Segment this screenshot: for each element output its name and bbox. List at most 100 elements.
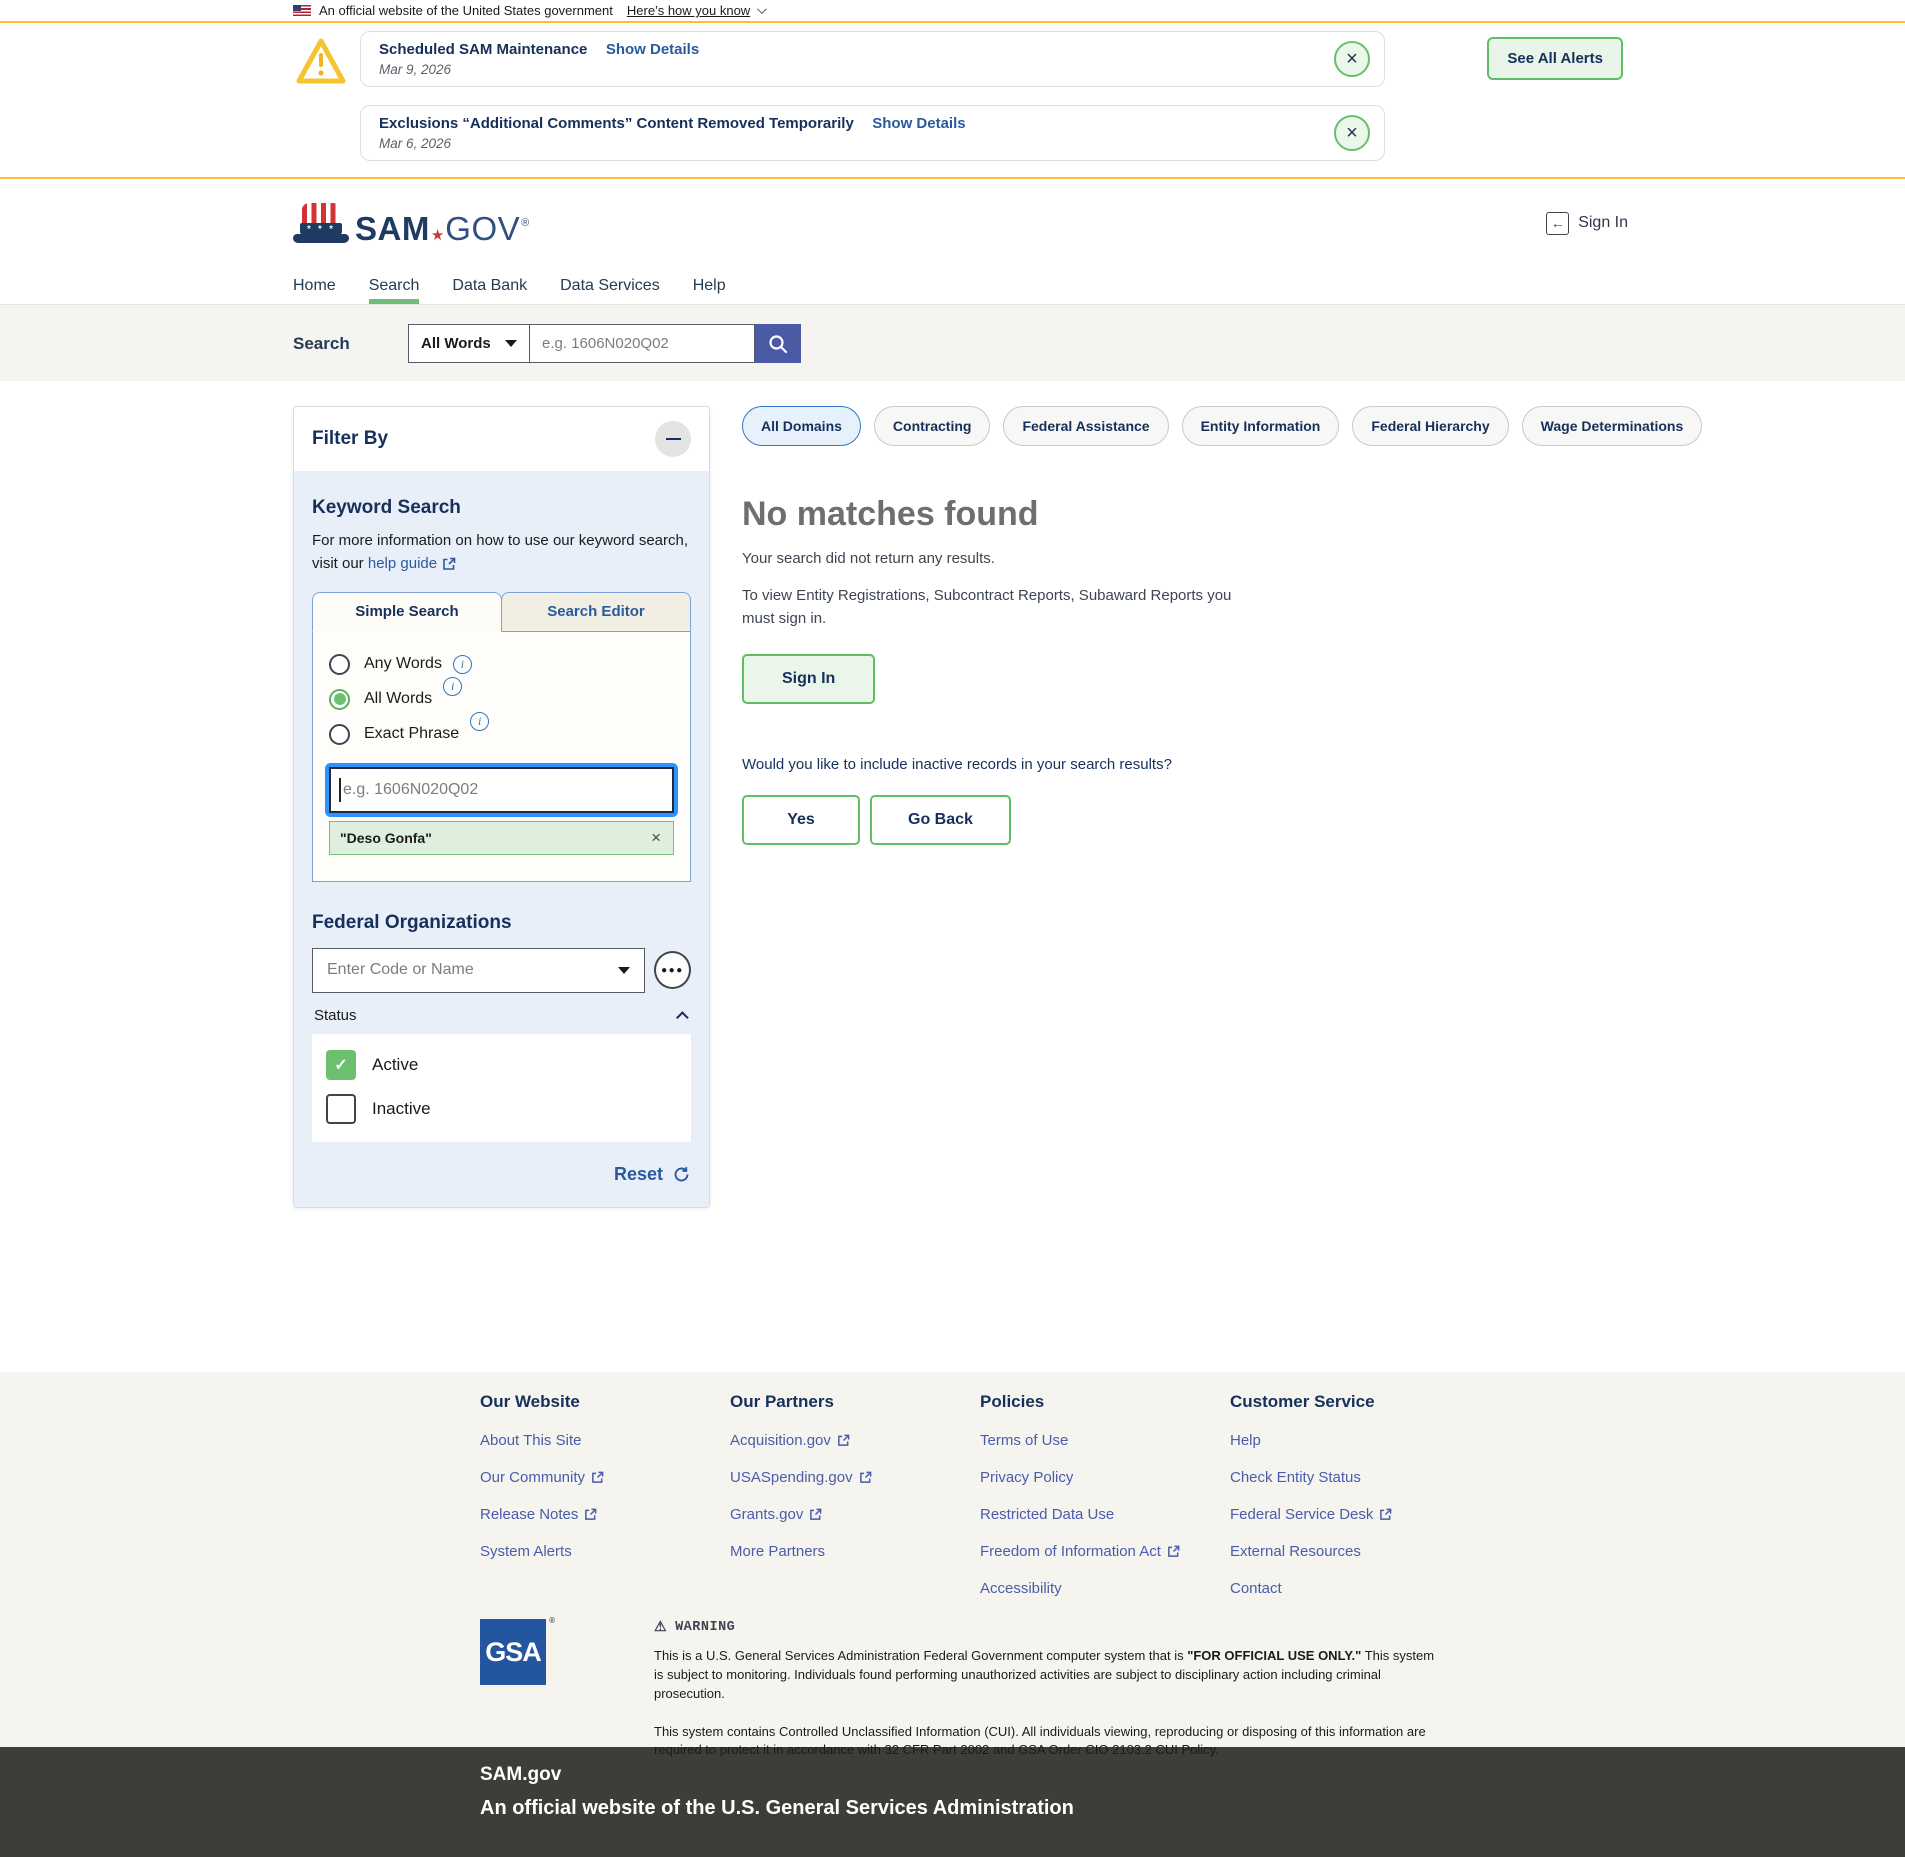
domain-tab-all-domains[interactable]: All Domains [742,406,861,446]
footer-link[interactable]: System Alerts [480,1543,730,1560]
footer-link[interactable]: Release Notes [480,1506,730,1523]
alert-date: Mar 9, 2026 [379,62,452,77]
keyword-search-input[interactable] [329,766,674,813]
footer-link[interactable]: Contact [1230,1580,1480,1597]
footer-link[interactable]: Restricted Data Use [980,1506,1230,1523]
domain-tab-entity-information[interactable]: Entity Information [1181,406,1340,446]
active-checkbox[interactable]: ✓ [326,1049,356,1080]
sam-gov-logo[interactable]: ★ ★ ★ SAM ★ GOV ® [293,201,529,245]
search-band: Search All Words [0,305,1905,381]
footer-link[interactable]: Grants.gov [730,1506,980,1523]
search-mode-value: All Words [421,335,491,352]
footer-column-title: Customer Service [1230,1392,1375,1411]
warning-paragraph-2: This system contains Controlled Unclassi… [654,1723,1426,1758]
us-flag-icon [293,5,311,16]
footer-link-label: Contact [1230,1580,1282,1597]
keyword-chip-label: "Deso Gonfa" [340,829,432,846]
checkbox-row-active[interactable]: ✓ Active [326,1049,677,1080]
nav-item-search[interactable]: Search [368,267,419,304]
footer-link[interactable]: Accessibility [980,1580,1230,1597]
reset-icon[interactable] [672,1165,691,1184]
domain-tab-federal-assistance[interactable]: Federal Assistance [1003,406,1169,446]
sign-in-label: Sign In [1578,214,1628,231]
domain-tab-wage-determinations[interactable]: Wage Determinations [1521,406,1703,446]
info-icon[interactable]: i [443,676,463,696]
external-link-icon [592,1471,604,1483]
show-details-link[interactable]: Show Details [606,41,699,58]
warning-triangle-icon [295,37,347,90]
footer-link[interactable]: Check Entity Status [1230,1469,1480,1486]
nav-item-data-services[interactable]: Data Services [560,267,660,304]
footer-link-label: Federal Service Desk [1230,1506,1374,1523]
alert-card: Exclusions “Additional Comments” Content… [360,105,1385,161]
footer-link[interactable]: Acquisition.gov [730,1432,980,1449]
main-nav: Home Search Data Bank Data Services Help [0,267,1905,305]
checkbox-row-inactive[interactable]: Inactive [326,1093,677,1124]
footer-link[interactable]: Terms of Use [980,1432,1230,1449]
info-icon[interactable]: i [470,711,490,731]
external-link-icon [585,1508,597,1520]
help-guide-link[interactable]: help guide [368,552,456,575]
sign-in-note: To view Entity Registrations, Subcontrac… [742,587,1232,627]
remove-chip-icon[interactable]: × [651,829,661,846]
domain-tab-contracting[interactable]: Contracting [873,406,991,446]
alert-title: Scheduled SAM Maintenance [379,41,588,58]
footer-link[interactable]: Freedom of Information Act [980,1543,1230,1560]
footer-link[interactable]: Help [1230,1432,1480,1449]
footer-link[interactable]: About This Site [480,1432,730,1449]
footer-link[interactable]: Our Community [480,1469,730,1486]
show-details-link[interactable]: Show Details [872,115,965,132]
footer-column-customer-service: Customer Service Help Check Entity Statu… [1230,1392,1480,1597]
content: Filter By Keyword Search For more inform… [0,381,1905,1372]
go-back-button[interactable]: Go Back [870,795,1011,845]
more-options-button[interactable]: ●●● [653,951,691,989]
radio-all-words-label: All Words [364,690,433,707]
footer-link[interactable]: Federal Service Desk [1230,1506,1480,1523]
footer-link-label: Our Community [480,1469,586,1486]
search-button[interactable] [755,324,801,363]
sign-in-link[interactable]: ← Sign In [1546,211,1628,235]
gov-banner-text: An official website of the United States… [319,3,613,18]
sign-in-button[interactable]: Sign In [742,654,876,704]
federal-org-combobox[interactable]: Enter Code or Name [312,947,645,993]
footer-link[interactable]: Privacy Policy [980,1469,1230,1486]
see-all-alerts-button[interactable]: See All Alerts [1487,37,1623,80]
search-mode-select[interactable]: All Words [408,324,530,363]
inactive-checkbox[interactable] [326,1093,356,1124]
gsa-logo: GSA ® [480,1616,555,1685]
filter-panel: Filter By Keyword Search For more inform… [293,406,710,1208]
info-icon[interactable]: i [452,654,472,674]
domain-tab-federal-hierarchy[interactable]: Federal Hierarchy [1352,406,1509,446]
collapse-filter-button[interactable] [655,421,691,457]
nav-item-home[interactable]: Home [293,267,336,304]
footer-link[interactable]: External Resources [1230,1543,1480,1560]
radio-exact-phrase-label: Exact Phrase [364,725,460,742]
inactive-records-question: Would you like to include inactive recor… [742,756,1172,773]
footer-link[interactable]: More Partners [730,1543,980,1560]
chevron-up-icon[interactable] [676,1010,689,1024]
tab-search-editor[interactable]: Search Editor [501,591,691,632]
global-search-input[interactable] [530,324,755,363]
footer: Our Website About This Site Our Communit… [0,1372,1905,1757]
footer-link-label: Terms of Use [980,1432,1069,1449]
reset-link[interactable]: Reset [614,1164,663,1185]
alerts-section: Scheduled SAM Maintenance Show Details M… [0,23,1905,179]
no-matches-subtitle: Your search did not return any results. [742,550,995,567]
nav-item-data-bank[interactable]: Data Bank [452,267,527,304]
radio-exact-phrase[interactable] [329,723,350,745]
close-icon[interactable]: × [1334,115,1370,151]
external-link-icon [859,1471,871,1483]
external-link-icon [1168,1545,1180,1557]
status-box: ✓ Active Inactive [312,1033,691,1142]
how-you-know-link[interactable]: Here’s how you know [627,3,750,18]
radio-any-words[interactable] [329,653,350,675]
radio-all-words[interactable] [329,688,350,710]
tab-simple-search[interactable]: Simple Search [312,591,502,632]
close-icon[interactable]: × [1334,41,1370,77]
radio-any-words-label: Any Words [364,655,442,672]
footer-column-our-website: Our Website About This Site Our Communit… [480,1392,730,1597]
yes-button[interactable]: Yes [742,795,860,845]
nav-item-help[interactable]: Help [693,267,726,304]
footer-link[interactable]: USASpending.gov [730,1469,980,1486]
footer-link-label: About This Site [480,1432,582,1449]
